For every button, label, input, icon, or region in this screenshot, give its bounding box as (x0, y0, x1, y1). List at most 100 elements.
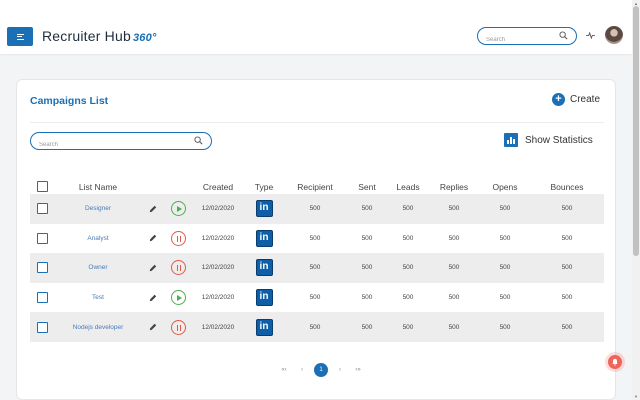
linkedin-icon: in (255, 200, 273, 218)
list-name-link[interactable]: Designer (54, 194, 142, 224)
page-scrollbar[interactable]: ▲ ▼ (632, 0, 640, 400)
search-icon[interactable] (194, 136, 203, 145)
bounces-count: 500 (530, 253, 604, 283)
col-header-replies[interactable]: Replies (428, 179, 480, 194)
menu-toggle-button[interactable] (7, 27, 33, 46)
linkedin-icon: in (255, 259, 273, 277)
table-row[interactable]: Analyst 12/02/2020 in 500 500 500 500 50… (30, 224, 604, 254)
linkedin-icon: in (255, 318, 273, 336)
row-checkbox[interactable] (36, 262, 48, 274)
pause-icon[interactable] (170, 260, 186, 276)
pause-icon[interactable] (170, 230, 186, 246)
col-header-type[interactable]: Type (244, 179, 284, 194)
pencil-icon[interactable] (149, 205, 157, 213)
col-header-created[interactable]: Created (192, 179, 244, 194)
first-page-button[interactable]: «‹ (275, 367, 293, 373)
notification-button[interactable] (608, 355, 622, 369)
bounces-count: 500 (530, 194, 604, 224)
col-header-sent[interactable]: Sent (346, 179, 388, 194)
campaign-search (30, 132, 212, 153)
created-date: 12/02/2020 (201, 294, 235, 302)
row-checkbox[interactable] (36, 321, 48, 333)
activity-icon[interactable] (586, 32, 595, 39)
sent-count: 500 (346, 312, 388, 342)
bounces-count: 500 (561, 234, 573, 242)
replies-count: 500 (448, 294, 460, 302)
logo-badge: 360° (132, 32, 157, 44)
col-header-opens[interactable]: Opens (480, 179, 530, 194)
created-date: 12/02/2020 (192, 194, 244, 224)
pencil-icon[interactable] (149, 234, 157, 242)
opens-count: 500 (499, 234, 511, 242)
replies-count: 500 (448, 234, 460, 242)
show-statistics-button[interactable]: Show Statistics (504, 133, 593, 147)
col-header-list-name[interactable]: List Name (54, 179, 142, 194)
pagination: «‹ ‹ 1 › ›» (275, 363, 367, 377)
sent-count: 500 (361, 234, 373, 242)
search-icon[interactable] (559, 31, 568, 40)
col-header-recipient[interactable]: Recipient (284, 179, 346, 194)
next-page-button[interactable]: › (331, 367, 349, 373)
row-checkbox[interactable] (36, 203, 48, 215)
linkedin-icon: in (255, 229, 273, 247)
list-name-link[interactable]: Nodejs developer (54, 312, 142, 342)
plus-icon: + (552, 93, 565, 106)
pencil-icon[interactable] (149, 264, 157, 272)
replies-count: 500 (428, 194, 480, 224)
create-button[interactable]: + Create (552, 93, 600, 106)
list-name-link[interactable]: Owner (54, 253, 142, 283)
select-all-cell (30, 179, 54, 194)
pause-icon[interactable] (170, 319, 186, 335)
row-checkbox[interactable] (36, 292, 48, 304)
campaign-search-input[interactable] (39, 137, 189, 153)
row-checkbox[interactable] (36, 232, 48, 244)
created-date: 12/02/2020 (192, 253, 244, 283)
list-name-link[interactable]: Test (54, 283, 142, 313)
table-row[interactable]: Owner 12/02/2020 in 500 500 500 500 500 … (30, 253, 604, 283)
page-1-button[interactable]: 1 (314, 363, 328, 377)
pencil-icon[interactable] (149, 294, 157, 302)
pencil-icon[interactable] (149, 323, 157, 331)
app-logo[interactable]: Recruiter Hub 360° (42, 28, 157, 44)
col-header-bounces[interactable]: Bounces (530, 179, 604, 194)
menu-icon (16, 33, 24, 40)
linkedin-icon: in (255, 289, 273, 307)
sent-count: 500 (361, 294, 373, 302)
avatar[interactable] (605, 26, 623, 44)
divider (30, 122, 604, 123)
bounces-count: 500 (561, 294, 573, 302)
col-header-edit (142, 179, 164, 194)
campaigns-table: List Name Created Type Recipient Sent Le… (30, 179, 604, 342)
top-navbar: Recruiter Hub 360° (0, 0, 632, 54)
global-search (477, 27, 577, 48)
play-icon[interactable] (170, 290, 186, 306)
select-all-checkbox[interactable] (36, 181, 48, 193)
campaigns-card: Campaigns List + Create Show Statistics … (16, 79, 616, 400)
opens-count: 500 (480, 194, 530, 224)
created-date: 12/02/2020 (192, 312, 244, 342)
opens-count: 500 (499, 294, 511, 302)
play-icon[interactable] (170, 201, 186, 217)
sent-count: 500 (346, 253, 388, 283)
sent-count: 500 (346, 194, 388, 224)
created-date: 12/02/2020 (201, 234, 235, 242)
recipient-count: 500 (284, 253, 346, 283)
table-row[interactable]: Nodejs developer 12/02/2020 in 500 500 5… (30, 312, 604, 342)
prev-page-button[interactable]: ‹ (293, 367, 311, 373)
table-row[interactable]: Test 12/02/2020 in 500 500 500 500 500 5… (30, 283, 604, 313)
leads-count: 500 (388, 312, 428, 342)
last-page-button[interactable]: ›» (349, 367, 367, 373)
table-row[interactable]: Designer 12/02/2020 in 500 500 500 500 5… (30, 194, 604, 224)
list-name-link[interactable]: Analyst (54, 224, 142, 254)
opens-count: 500 (480, 253, 530, 283)
scrollbar-thumb[interactable] (633, 6, 639, 256)
page-title: Campaigns List (30, 95, 109, 107)
scroll-down-arrow[interactable]: ▼ (634, 394, 638, 399)
global-search-input[interactable] (486, 32, 561, 48)
leads-count: 500 (402, 234, 414, 242)
col-header-leads[interactable]: Leads (388, 179, 428, 194)
bell-icon (612, 358, 618, 366)
leads-count: 500 (402, 294, 414, 302)
create-label: Create (570, 94, 601, 105)
table-header-row: List Name Created Type Recipient Sent Le… (30, 179, 604, 194)
